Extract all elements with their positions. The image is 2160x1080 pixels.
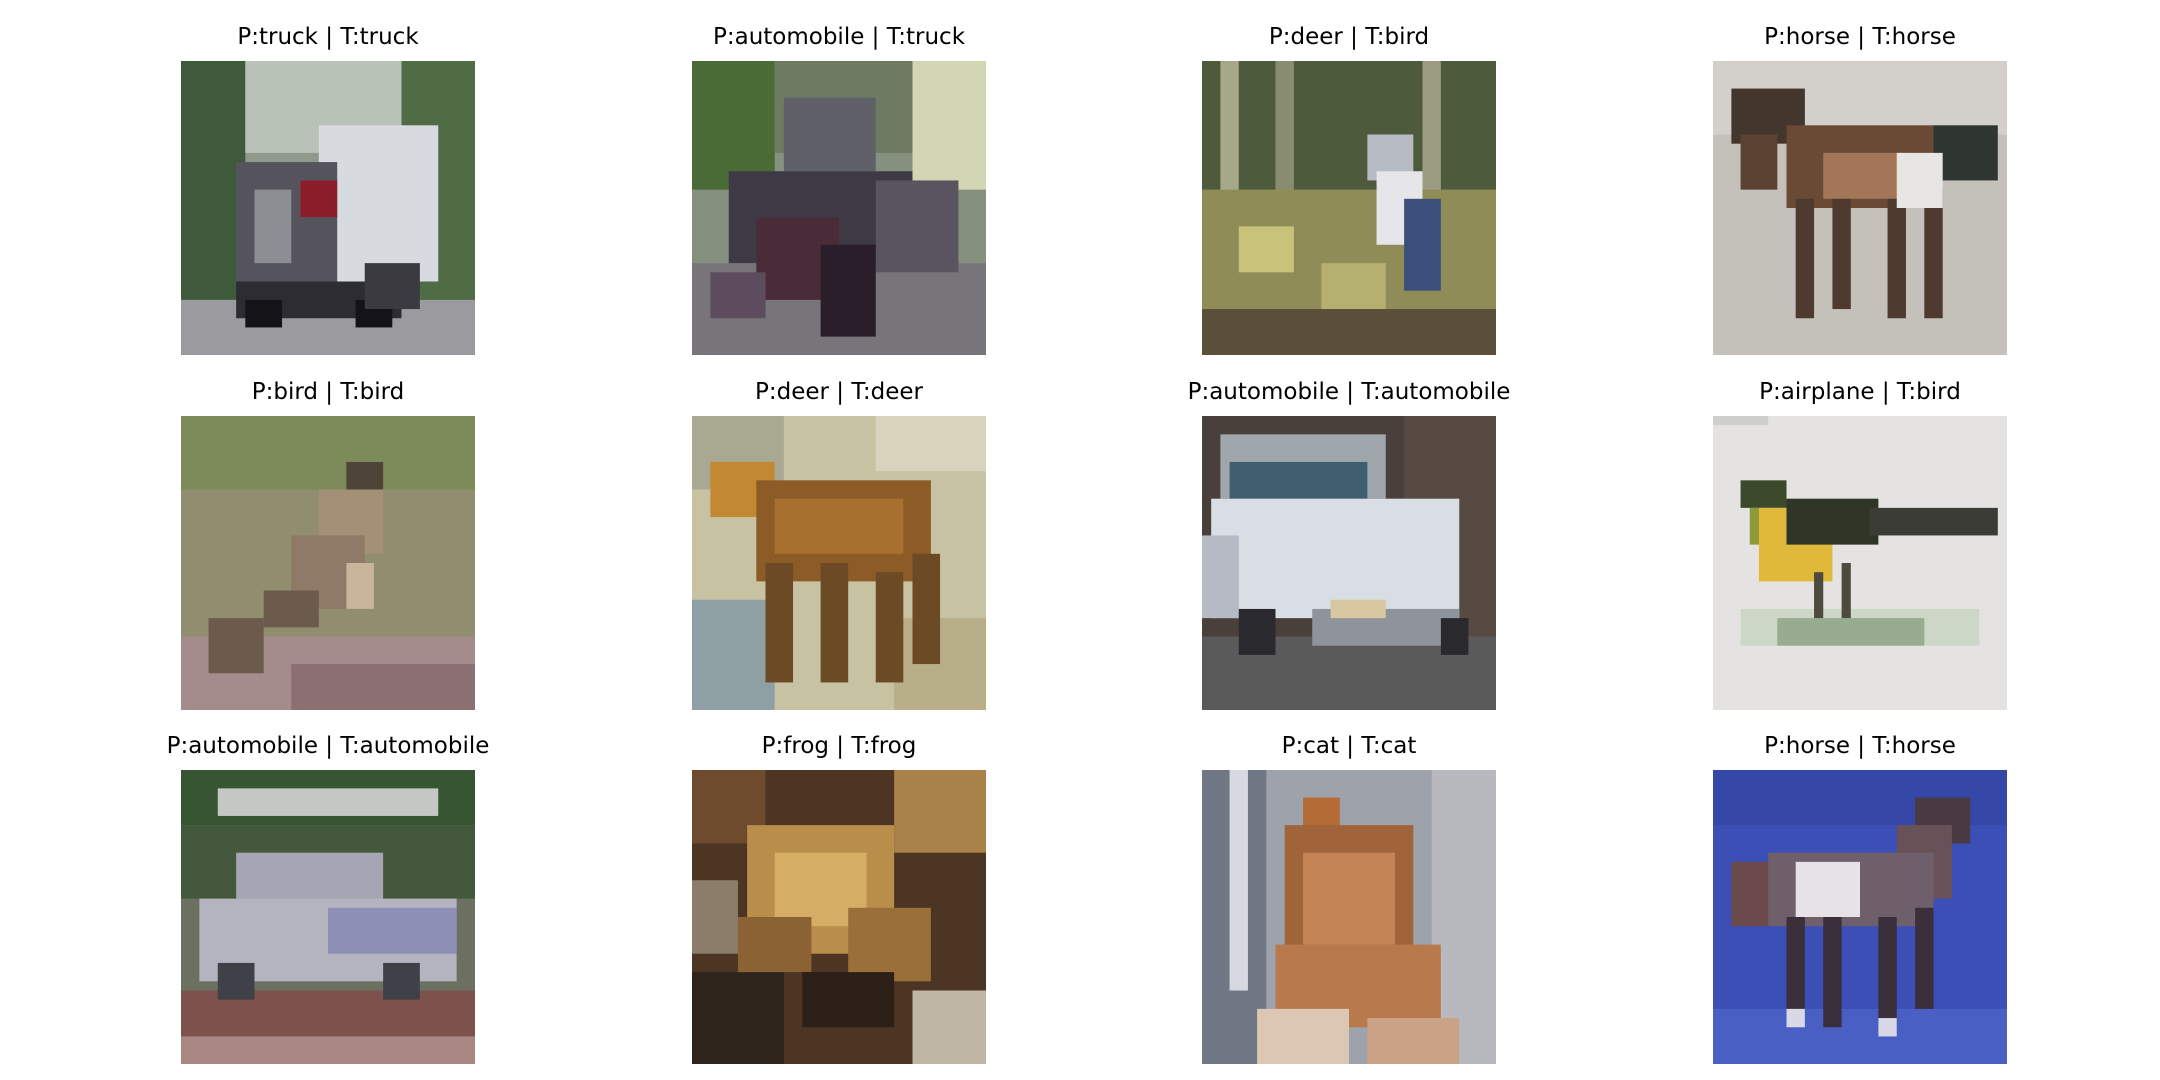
panel-title: P:deer | T:bird (1268, 24, 1430, 50)
thumbnail-automobile (181, 770, 475, 1064)
thumbnail-frog (692, 770, 986, 1064)
thumbnail-bird (1713, 416, 2007, 710)
thumbnail-truck (181, 61, 475, 355)
thumbnail-deer (692, 416, 986, 710)
panel-title: P:automobile | T:automobile (1187, 379, 1511, 405)
thumbnail-automobile (1202, 416, 1496, 710)
panel-title: P:bird | T:bird (251, 379, 405, 405)
panel-title: P:airplane | T:bird (1759, 379, 1961, 405)
image-grid-figure: P:truck | T:truck P:automobile | T:truck (0, 0, 2160, 1080)
panel-title: P:truck | T:truck (237, 24, 419, 50)
thumbnail-truck (692, 61, 986, 355)
panel-title: P:horse | T:horse (1764, 733, 1956, 759)
thumbnail-bird (181, 416, 475, 710)
panel-title: P:frog | T:frog (761, 733, 917, 759)
thumbnail-cat (1202, 770, 1496, 1064)
thumbnail-horse (1713, 61, 2007, 355)
panel-title: P:cat | T:cat (1281, 733, 1417, 759)
panel-title: P:automobile | T:automobile (166, 733, 490, 759)
panel-title: P:horse | T:horse (1764, 24, 1956, 50)
panel-title: P:deer | T:deer (755, 379, 923, 405)
thumbnail-horse (1713, 770, 2007, 1064)
thumbnail-bird (1202, 61, 1496, 355)
panel-title: P:automobile | T:truck (712, 24, 966, 50)
